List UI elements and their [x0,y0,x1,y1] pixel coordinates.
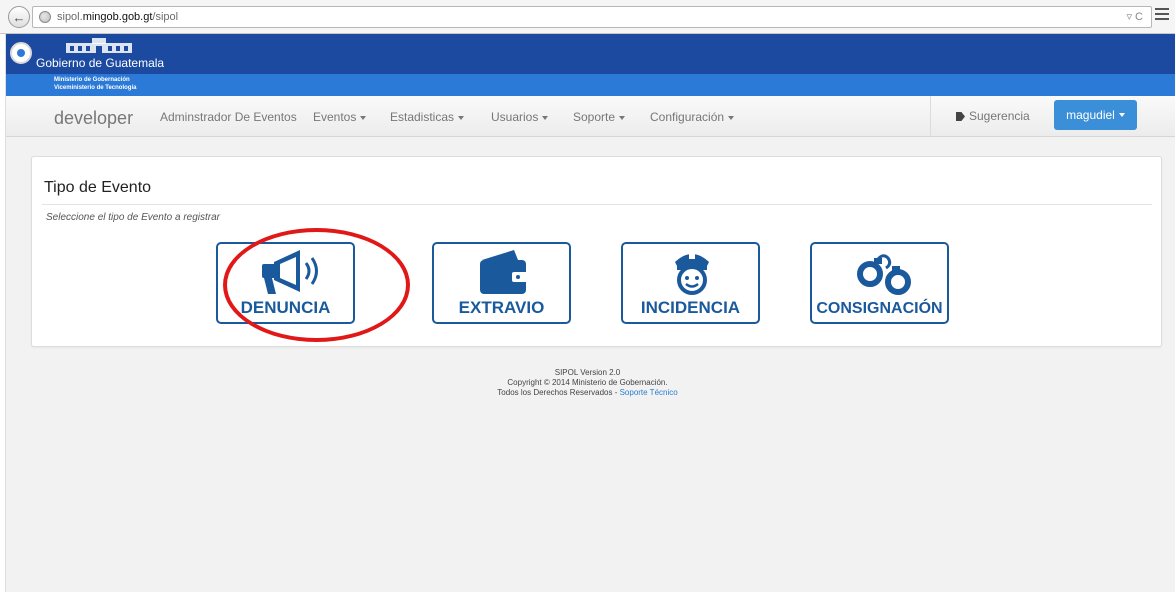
nav-item-events[interactable]: Eventos [313,110,367,124]
government-banner: Gobierno de Guatemala Ministerio de Gobe… [6,34,1175,96]
nav-item-support[interactable]: Soporte [573,110,626,124]
event-card-extravio[interactable]: EXTRAVIO [432,242,571,324]
event-label: CONSIGNACIÓN [816,300,943,317]
nav-item-users[interactable]: Usuarios [491,110,549,124]
nav-divider [930,96,931,136]
palace-logo-icon [66,38,132,53]
url-text: sipol.mingob.gob.gt/sipol [57,11,179,23]
rights-line: Todos los Derechos Reservados - Soporte … [497,388,678,397]
chevron-down-icon [1118,113,1125,117]
copyright-text: Copyright © 2014 Ministerio de Gobernaci… [507,378,668,387]
hamburger-menu-icon[interactable] [1155,8,1169,22]
version-text: SIPOL Version 2.0 [554,368,621,377]
event-card-incidencia[interactable]: INCIDENCIA [621,242,760,324]
support-link[interactable]: Soporte Técnico [620,388,678,397]
event-label: INCIDENCIA [640,298,741,317]
chevron-down-icon [458,115,465,120]
event-card-consignacion[interactable]: CONSIGNACIÓN [810,242,949,324]
coat-of-arms-icon [10,42,32,64]
event-label: EXTRAVIO [458,298,545,317]
nav-item-statistics[interactable]: Estadisticas [390,110,465,124]
user-menu-button[interactable]: magudiel [1054,100,1137,130]
event-card-denuncia[interactable]: DENUNCIA [216,242,355,324]
browser-toolbar: ← sipol.mingob.gob.gt/sipol ▿ C [0,0,1175,34]
wallet-icon [480,250,528,294]
address-bar[interactable]: sipol.mingob.gob.gt/sipol ▿ C [32,6,1152,28]
divider [42,204,1152,205]
globe-icon [39,11,51,23]
navbar-brand[interactable]: developer [54,108,133,129]
tag-icon [956,112,965,121]
handcuffs-icon [857,254,911,295]
ministry-name: Ministerio de Gobernación Viceministerio… [54,77,137,91]
nav-item-configuration[interactable]: Configuración [650,110,735,124]
back-arrow-icon[interactable]: ← [8,6,30,28]
panel-title: Tipo de Evento [44,179,152,196]
chevron-down-icon [542,115,549,120]
government-title: Gobierno de Guatemala [36,56,165,70]
reload-icon[interactable]: ▿ C [1126,10,1143,23]
suggestion-link[interactable]: Sugerencia [956,109,1030,123]
event-type-panel: Tipo de Evento Seleccione el tipo de Eve… [31,156,1162,347]
panel-subtitle: Seleccione el tipo de Evento a registrar [46,212,220,223]
event-label: DENUNCIA [240,298,331,317]
chevron-down-icon [619,115,626,120]
nav-item-event-admin[interactable]: Adminstrador De Eventos [160,110,297,124]
police-officer-icon [675,253,709,295]
chevron-down-icon [360,115,367,120]
main-navbar: developer Adminstrador De Eventos Evento… [6,96,1175,137]
chevron-down-icon [728,115,735,120]
megaphone-icon [262,250,318,294]
page-footer: SIPOL Version 2.0 Copyright © 2014 Minis… [0,368,1175,398]
